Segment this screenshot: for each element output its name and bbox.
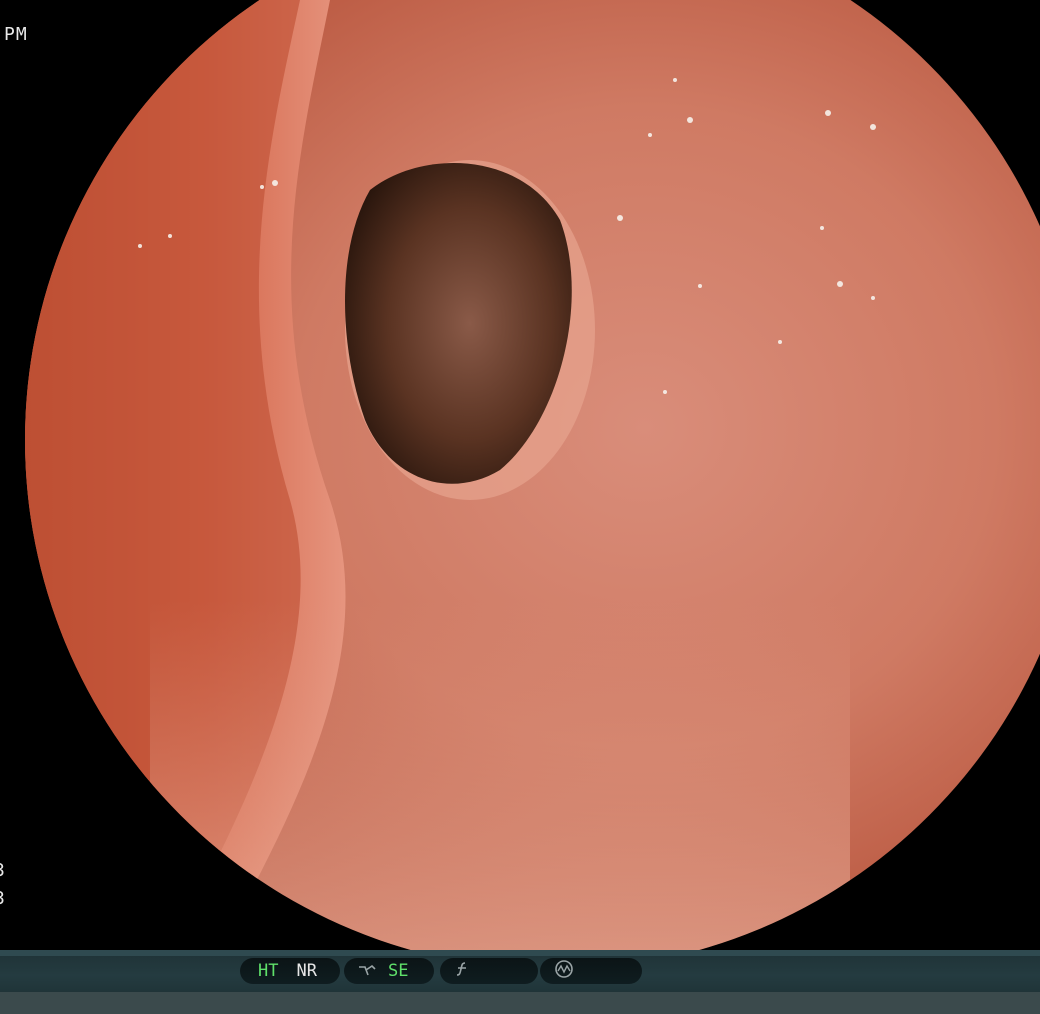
- function-indicator: [440, 958, 538, 984]
- wave-indicator: [540, 958, 642, 984]
- status-bar: HT NR SE: [0, 950, 1040, 1014]
- circle-wave-icon: [554, 959, 574, 983]
- edge-label-2: 3: [0, 888, 6, 909]
- tone-curve-icon: [358, 962, 376, 981]
- ht-nr-indicator: HT NR: [240, 958, 340, 984]
- function-icon: [454, 961, 470, 981]
- se-label: SE: [388, 961, 409, 981]
- se-indicator: SE: [344, 958, 434, 984]
- status-bar-bottom-strip: [0, 992, 1040, 1014]
- colon-lumen-image: [25, 0, 1040, 950]
- ht-label: HT: [258, 961, 279, 981]
- endoscopy-view: PM 3 3: [0, 0, 1040, 950]
- nr-label: NR: [296, 961, 317, 981]
- status-bar-top-strip: [0, 950, 1040, 956]
- edge-label-1: 3: [0, 860, 6, 881]
- time-suffix-label: PM: [4, 24, 28, 45]
